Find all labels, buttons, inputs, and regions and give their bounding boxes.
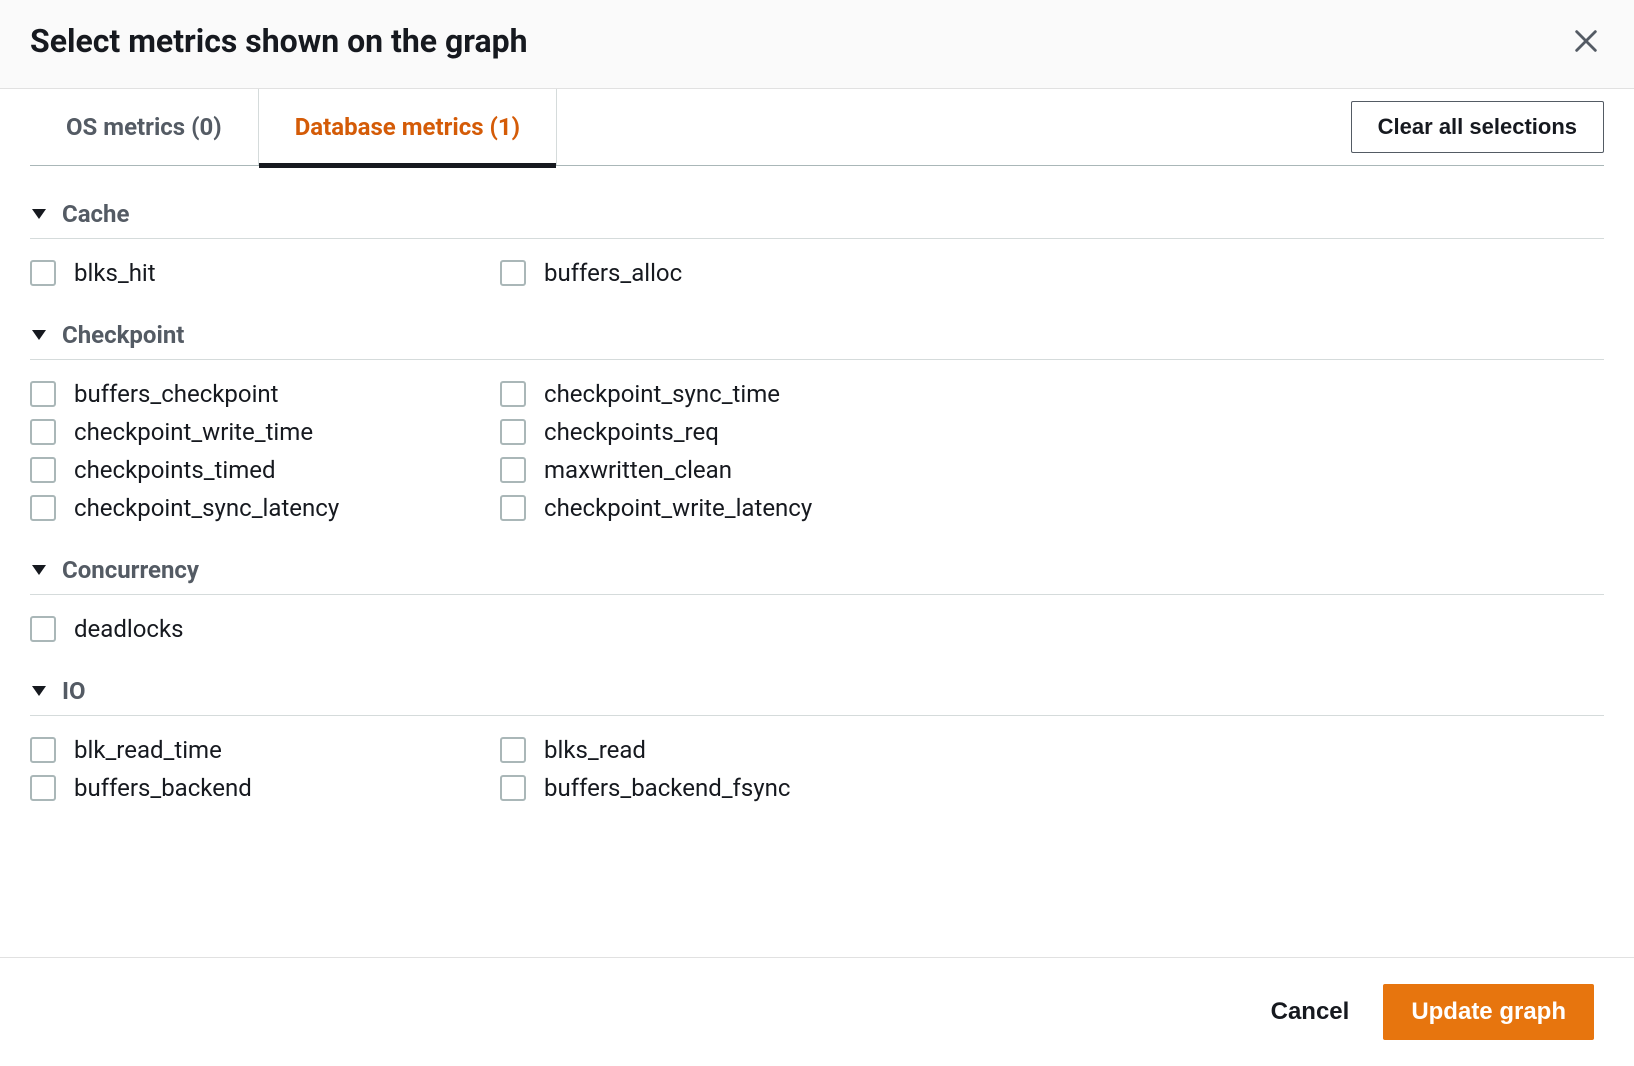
section-checkpoint-header[interactable]: Checkpoint <box>30 321 1604 360</box>
caret-down-icon <box>30 326 48 344</box>
checkbox-deadlocks[interactable] <box>30 616 56 642</box>
update-graph-button[interactable]: Update graph <box>1383 984 1594 1040</box>
metric-label: checkpoints_req <box>544 418 719 446</box>
metric-label: checkpoint_sync_time <box>544 380 780 408</box>
section-cache-title: Cache <box>62 200 129 228</box>
section-cache-header[interactable]: Cache <box>30 200 1604 239</box>
tab-bar: OS metrics (0) Database metrics (1) Clea… <box>30 89 1604 166</box>
section-io: IO blk_read_time blks_read buffers_backe… <box>30 677 1604 802</box>
checkbox-buffers-backend-fsync[interactable] <box>500 775 526 801</box>
section-checkpoint: Checkpoint buffers_checkpoint checkpoint… <box>30 321 1604 522</box>
metric-label: checkpoint_write_time <box>74 418 313 446</box>
tab-database-metrics[interactable]: Database metrics (1) <box>259 89 557 165</box>
section-io-title: IO <box>62 677 86 705</box>
checkbox-blks-read[interactable] <box>500 737 526 763</box>
checkbox-buffers-checkpoint[interactable] <box>30 381 56 407</box>
section-concurrency-title: Concurrency <box>62 556 199 584</box>
checkbox-maxwritten-clean[interactable] <box>500 457 526 483</box>
dialog-header: Select metrics shown on the graph <box>0 0 1634 89</box>
dialog-title: Select metrics shown on the graph <box>30 22 528 60</box>
close-button[interactable] <box>1568 23 1604 59</box>
section-concurrency-body: deadlocks <box>30 595 1604 643</box>
section-concurrency-header[interactable]: Concurrency <box>30 556 1604 595</box>
dialog-container: Select metrics shown on the graph OS met… <box>0 0 1634 1066</box>
metric-item-maxwritten-clean: maxwritten_clean <box>500 456 970 484</box>
checkbox-checkpoint-sync-latency[interactable] <box>30 495 56 521</box>
checkbox-buffers-alloc[interactable] <box>500 260 526 286</box>
caret-down-icon <box>30 682 48 700</box>
checkbox-buffers-backend[interactable] <box>30 775 56 801</box>
clear-all-button[interactable]: Clear all selections <box>1351 101 1604 153</box>
section-cache: Cache blks_hit buffers_alloc <box>30 200 1604 287</box>
checkbox-checkpoints-req[interactable] <box>500 419 526 445</box>
metric-label: maxwritten_clean <box>544 456 732 484</box>
content-scroll-area[interactable]: OS metrics (0) Database metrics (1) Clea… <box>0 89 1634 957</box>
metric-item-blks-read: blks_read <box>500 736 970 764</box>
close-icon <box>1572 27 1600 55</box>
dialog-footer: Cancel Update graph <box>0 957 1634 1066</box>
metric-item-blks-hit: blks_hit <box>30 259 500 287</box>
checkbox-checkpoints-timed[interactable] <box>30 457 56 483</box>
section-checkpoint-title: Checkpoint <box>62 321 184 349</box>
tab-os-metrics[interactable]: OS metrics (0) <box>30 89 259 165</box>
checkbox-checkpoint-sync-time[interactable] <box>500 381 526 407</box>
metric-item-checkpoint-write-latency: checkpoint_write_latency <box>500 494 970 522</box>
metric-label: buffers_backend_fsync <box>544 774 790 802</box>
metric-label: buffers_alloc <box>544 259 682 287</box>
metric-label: blks_hit <box>74 259 156 287</box>
metric-item-buffers-backend: buffers_backend <box>30 774 500 802</box>
metric-item-checkpoint-sync-latency: checkpoint_sync_latency <box>30 494 500 522</box>
section-checkpoint-body: buffers_checkpoint checkpoint_sync_time … <box>30 360 1604 522</box>
metric-item-checkpoints-req: checkpoints_req <box>500 418 970 446</box>
metric-item-buffers-backend-fsync: buffers_backend_fsync <box>500 774 970 802</box>
caret-down-icon <box>30 205 48 223</box>
section-cache-body: blks_hit buffers_alloc <box>30 239 1604 287</box>
checkbox-blks-hit[interactable] <box>30 260 56 286</box>
metric-item-checkpoints-timed: checkpoints_timed <box>30 456 500 484</box>
tab-os-label: OS metrics (0) <box>66 113 222 141</box>
metric-label: blks_read <box>544 736 646 764</box>
checkbox-checkpoint-write-latency[interactable] <box>500 495 526 521</box>
metric-item-buffers-alloc: buffers_alloc <box>500 259 970 287</box>
section-io-header[interactable]: IO <box>30 677 1604 716</box>
metric-label: checkpoint_sync_latency <box>74 494 339 522</box>
metric-label: buffers_checkpoint <box>74 380 279 408</box>
metric-label: blk_read_time <box>74 736 222 764</box>
metric-item-checkpoint-write-time: checkpoint_write_time <box>30 418 500 446</box>
metric-item-buffers-checkpoint: buffers_checkpoint <box>30 380 500 408</box>
metric-item-checkpoint-sync-time: checkpoint_sync_time <box>500 380 970 408</box>
metric-item-deadlocks: deadlocks <box>30 615 500 643</box>
metric-label: checkpoints_timed <box>74 456 276 484</box>
checkbox-checkpoint-write-time[interactable] <box>30 419 56 445</box>
section-concurrency: Concurrency deadlocks <box>30 556 1604 643</box>
section-io-body: blk_read_time blks_read buffers_backend … <box>30 716 1604 802</box>
metric-label: deadlocks <box>74 615 184 643</box>
checkbox-blk-read-time[interactable] <box>30 737 56 763</box>
metric-label: checkpoint_write_latency <box>544 494 812 522</box>
tabs-group: OS metrics (0) Database metrics (1) <box>30 89 557 165</box>
caret-down-icon <box>30 561 48 579</box>
tab-db-label: Database metrics (1) <box>295 113 520 141</box>
metric-item-blk-read-time: blk_read_time <box>30 736 500 764</box>
cancel-button[interactable]: Cancel <box>1271 998 1350 1026</box>
metric-label: buffers_backend <box>74 774 252 802</box>
